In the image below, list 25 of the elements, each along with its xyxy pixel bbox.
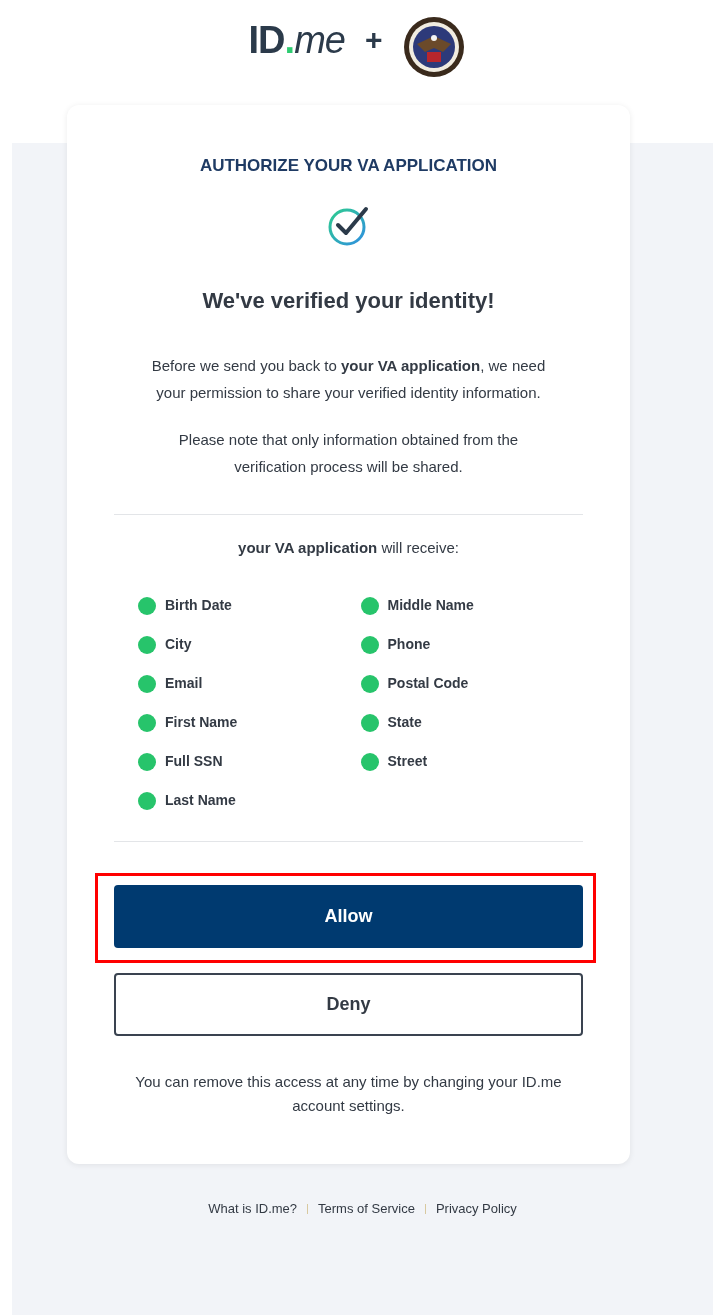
footer-link[interactable]: Terms of Service <box>318 1199 415 1219</box>
info-paragraph: Before we send you back to your VA application, we need your permission to share your verified identity information. <box>150 356 547 403</box>
attribute-label: First Name <box>165 713 238 732</box>
logo-text: ID.me <box>248 18 346 62</box>
attribute-label: Street <box>387 752 428 771</box>
attribute-label: City <box>165 635 192 654</box>
footer-link[interactable]: Privacy Policy <box>435 1199 517 1219</box>
attribute-label: Postal Code <box>387 674 469 693</box>
attribute-label: Last Name <box>165 791 236 810</box>
attribute-label: Middle Name <box>387 596 474 615</box>
attribute-label: Birth Date <box>165 596 232 615</box>
access-note: You can remove this access at any time by changing your ID.me account settings. <box>134 1072 563 1116</box>
seal-icon <box>402 16 465 78</box>
info-paragraph: Please note that only information obtained from the verification process will be shared. <box>177 430 520 477</box>
deny-button[interactable]: Deny <box>114 973 583 1036</box>
footer-link[interactable]: What is ID.me? <box>208 1199 298 1219</box>
attribute-label: Phone <box>387 635 431 654</box>
receive-label: your VA application will receive: <box>238 538 459 558</box>
attribute-label: State <box>387 713 422 732</box>
plus-sign: + <box>365 22 383 58</box>
allow-button[interactable]: Allow <box>114 885 583 948</box>
success-heading: We've verified your identity! <box>202 287 495 315</box>
attribute-label: Email <box>165 674 203 693</box>
card-title: AUTHORIZE YOUR VA APPLICATION <box>199 155 498 177</box>
attribute-label: Full SSN <box>165 752 223 771</box>
